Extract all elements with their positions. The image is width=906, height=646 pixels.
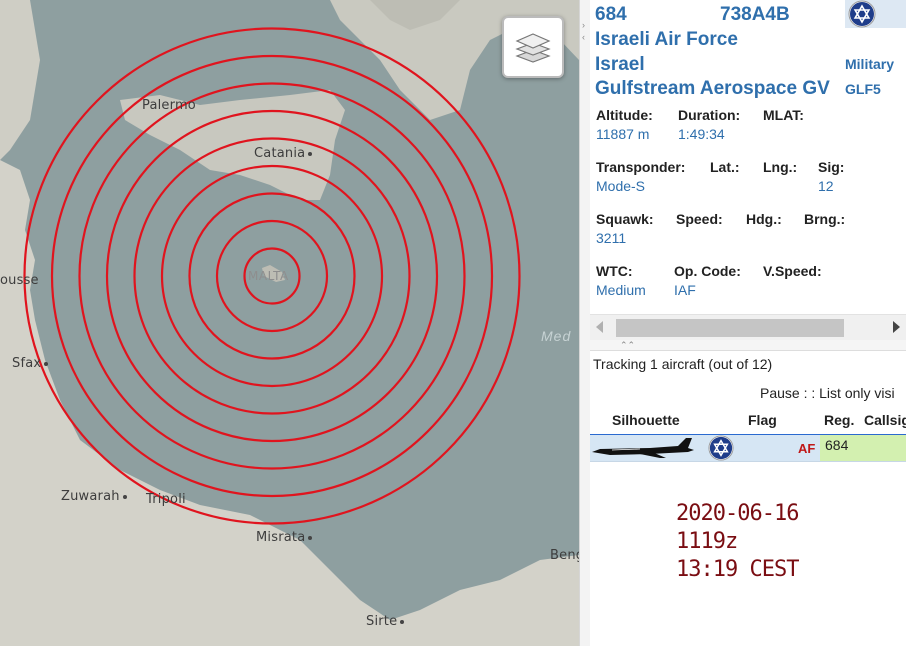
stamp-local: 13:19 CEST — [676, 557, 799, 582]
city-misrata: Misrata — [256, 530, 315, 545]
horizontal-splitter[interactable]: ⌃⌃ — [590, 340, 906, 351]
city-sfax: Sfax — [12, 356, 51, 371]
aircraft-operator: Israeli Air Force — [595, 29, 738, 50]
col-callsign[interactable]: Callsig — [864, 412, 906, 428]
scroll-left-icon[interactable] — [596, 321, 603, 333]
col-reg[interactable]: Reg. — [824, 412, 854, 428]
pause-controls[interactable]: Pause : : List only visi — [760, 385, 895, 401]
malta-label: MALTA — [248, 269, 289, 283]
wtc-label: WTC: — [596, 263, 633, 279]
aircraft-type: Gulfstream Aerospace GV — [595, 78, 830, 99]
operator-code: AF — [798, 441, 816, 456]
splitter-grip-icon: › ‹ — [582, 20, 585, 42]
flag-cell — [845, 0, 906, 28]
table-row[interactable]: AF 684 — [590, 434, 906, 462]
vspeed-label: V.Speed: — [763, 263, 822, 279]
splitter-arrows-icon: ⌃⌃ — [620, 340, 636, 350]
lat-label: Lat.: — [710, 159, 740, 175]
aircraft-country: Israel — [595, 54, 645, 75]
layers-icon — [515, 33, 551, 63]
squawk-value: 3211 — [596, 230, 627, 246]
opcode-value: IAF — [674, 282, 696, 298]
stamp-zulu: 1119z — [676, 529, 738, 554]
opcode-label: Op. Code: — [674, 263, 741, 279]
wtc-value: Medium — [596, 282, 646, 298]
stamp-date: 2020-06-16 — [676, 501, 799, 526]
aircraft-callsign: 684 — [595, 4, 627, 25]
bearing-label: Brng.: — [804, 211, 846, 227]
city-zuwarah: Zuwarah — [61, 489, 130, 504]
map-view[interactable]: Palermo Catania ousse Sfax Zuwarah Tripo… — [0, 0, 579, 646]
map-canvas[interactable] — [0, 0, 579, 646]
duration-label: Duration: — [678, 107, 741, 123]
aircraft-silhouette-icon — [592, 438, 694, 458]
row-registration: 684 — [825, 437, 849, 453]
transponder-label: Transponder: — [596, 159, 686, 175]
israel-roundel-icon — [848, 0, 876, 28]
sig-label: Sig: — [818, 159, 845, 175]
altitude-value: 11887 m — [596, 126, 650, 142]
col-flag[interactable]: Flag — [748, 412, 777, 428]
aircraft-hex: 738A4B — [720, 4, 790, 25]
city-tripoli: Tripoli — [146, 492, 186, 507]
layers-button[interactable] — [502, 16, 564, 78]
aircraft-list-panel: Tracking 1 aircraft (out of 12) Pause : … — [590, 351, 906, 646]
col-silhouette[interactable]: Silhouette — [612, 412, 680, 428]
sea-label: Med — [541, 328, 572, 344]
city-sousse: ousse — [0, 273, 39, 288]
transponder-value: Mode-S — [596, 178, 646, 194]
city-palermo: Palermo — [142, 98, 196, 113]
aircraft-category: Military — [845, 56, 895, 72]
heading-label: Hdg.: — [746, 211, 782, 227]
aircraft-type-code: GLF5 — [845, 81, 881, 97]
city-catania: Catania — [254, 146, 315, 161]
lng-label: Lng.: — [763, 159, 798, 175]
scroll-right-icon[interactable] — [893, 321, 900, 333]
mlat-label: MLAT: — [763, 107, 804, 123]
timestamp-overlay: 2020-06-16 1119z 13:19 CEST — [676, 500, 799, 584]
squawk-label: Squawk: — [596, 211, 654, 227]
sig-value: 12 — [818, 178, 834, 194]
city-sirte: Sirte — [366, 614, 407, 629]
info-horizontal-scrollbar[interactable] — [590, 314, 906, 340]
israel-roundel-icon — [708, 435, 734, 461]
duration-value: 1:49:34 — [678, 126, 725, 142]
scroll-thumb[interactable] — [616, 319, 844, 337]
aircraft-info-panel: 684 738A4B Israeli Air Force Israel Mili… — [590, 0, 906, 340]
city-benghazi: Beng — [550, 548, 579, 563]
tracking-status: Tracking 1 aircraft (out of 12) — [593, 356, 773, 372]
altitude-label: Altitude: — [596, 107, 653, 123]
speed-label: Speed: — [676, 211, 723, 227]
vertical-splitter[interactable]: › ‹ — [579, 0, 590, 646]
